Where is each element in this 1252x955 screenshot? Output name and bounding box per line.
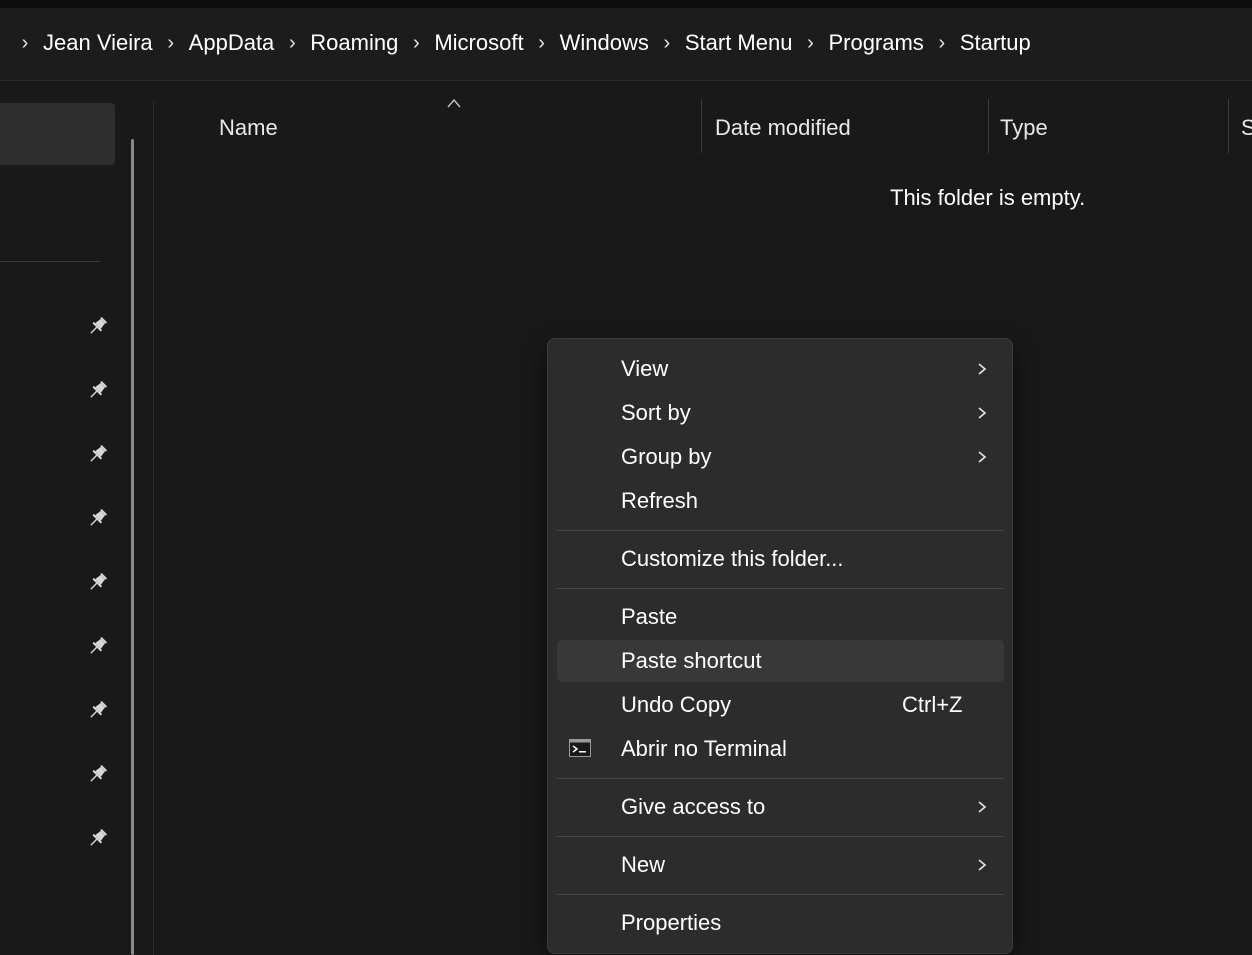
column-header-date-modified[interactable]: Date modified bbox=[715, 115, 851, 141]
chevron-right-icon bbox=[978, 801, 987, 813]
pin-icon bbox=[90, 381, 107, 398]
pane-splitter[interactable] bbox=[153, 101, 154, 955]
column-header-name[interactable]: Name bbox=[219, 115, 278, 141]
breadcrumb-item-windows[interactable]: Windows bbox=[560, 30, 649, 56]
menu-item-label: Give access to bbox=[621, 794, 766, 819]
menu-item-label: Refresh bbox=[621, 488, 699, 513]
breadcrumb-item-jean-vieira[interactable]: Jean Vieira bbox=[43, 30, 153, 56]
column-divider[interactable] bbox=[1228, 99, 1229, 153]
pin-icon bbox=[90, 701, 107, 718]
pin-icon bbox=[90, 509, 107, 526]
nav-divider bbox=[0, 261, 100, 262]
menu-item-customize-folder[interactable]: Customize this folder... bbox=[557, 538, 1004, 580]
menu-item-label: Group by bbox=[621, 444, 712, 469]
menu-item-refresh[interactable]: Refresh bbox=[557, 480, 1004, 522]
menu-item-undo-copy[interactable]: Undo Copy Ctrl+Z bbox=[557, 684, 1004, 726]
menu-item-label: Paste shortcut bbox=[621, 648, 762, 673]
nav-item-selected[interactable] bbox=[0, 103, 115, 165]
breadcrumb-item-start-menu[interactable]: Start Menu bbox=[685, 30, 793, 56]
menu-separator bbox=[557, 836, 1004, 837]
pin-icon bbox=[90, 765, 107, 782]
chevron-right-icon[interactable]: › bbox=[14, 32, 36, 55]
chevron-right-icon[interactable]: › bbox=[405, 32, 427, 55]
chevron-right-icon[interactable]: › bbox=[531, 32, 553, 55]
menu-item-give-access-to[interactable]: Give access to bbox=[557, 786, 1004, 828]
column-header-size[interactable]: S bbox=[1241, 115, 1252, 141]
column-header-type[interactable]: Type bbox=[1000, 115, 1048, 141]
menu-item-view[interactable]: View bbox=[557, 348, 1004, 390]
nav-scrollbar[interactable] bbox=[131, 139, 134, 955]
chevron-right-icon bbox=[978, 859, 987, 871]
column-divider[interactable] bbox=[701, 99, 702, 153]
file-explorer-window: › Jean Vieira › AppData › Roaming › Micr… bbox=[0, 0, 1252, 955]
context-menu: View Sort by Group by Refresh Customize … bbox=[547, 338, 1013, 954]
menu-item-shortcut: Ctrl+Z bbox=[902, 692, 963, 717]
menu-item-label: Customize this folder... bbox=[621, 546, 844, 571]
pin-icon bbox=[90, 573, 107, 590]
pin-icon bbox=[90, 445, 107, 462]
column-divider[interactable] bbox=[988, 99, 989, 153]
chevron-right-icon[interactable]: › bbox=[931, 32, 953, 55]
chevron-right-icon bbox=[978, 363, 987, 375]
chevron-right-icon[interactable]: › bbox=[160, 32, 182, 55]
menu-item-sort-by[interactable]: Sort by bbox=[557, 392, 1004, 434]
menu-item-label: Abrir no Terminal bbox=[621, 736, 787, 761]
breadcrumb: › Jean Vieira › AppData › Roaming › Micr… bbox=[14, 30, 1031, 56]
menu-item-new[interactable]: New bbox=[557, 844, 1004, 886]
breadcrumb-item-appdata[interactable]: AppData bbox=[189, 30, 275, 56]
menu-item-paste-shortcut[interactable]: Paste shortcut bbox=[557, 640, 1004, 682]
breadcrumb-item-microsoft[interactable]: Microsoft bbox=[434, 30, 523, 56]
menu-item-label: Properties bbox=[621, 910, 722, 935]
breadcrumb-item-roaming[interactable]: Roaming bbox=[310, 30, 398, 56]
window-top-edge bbox=[0, 0, 1252, 8]
menu-separator bbox=[557, 894, 1004, 895]
breadcrumb-item-startup[interactable]: Startup bbox=[960, 30, 1031, 56]
sort-ascending-icon[interactable] bbox=[446, 97, 462, 109]
menu-item-label: New bbox=[621, 852, 666, 877]
pin-icon bbox=[90, 317, 107, 334]
menu-item-open-terminal[interactable]: Abrir no Terminal bbox=[557, 728, 1004, 770]
pin-icon bbox=[90, 637, 107, 654]
chevron-right-icon[interactable]: › bbox=[656, 32, 678, 55]
empty-folder-message: This folder is empty. bbox=[890, 185, 1086, 210]
menu-item-label: Undo Copy bbox=[621, 692, 732, 717]
menu-item-label: Paste bbox=[621, 604, 678, 629]
menu-item-paste[interactable]: Paste bbox=[557, 596, 1004, 638]
menu-separator bbox=[557, 530, 1004, 531]
chevron-right-icon bbox=[978, 451, 987, 463]
address-bar[interactable]: › Jean Vieira › AppData › Roaming › Micr… bbox=[0, 8, 1252, 81]
column-header-row: Name Date modified Type S bbox=[158, 81, 1252, 171]
pin-icon bbox=[90, 829, 107, 846]
menu-separator bbox=[557, 588, 1004, 589]
menu-item-properties[interactable]: Properties bbox=[557, 902, 1004, 944]
menu-separator bbox=[557, 778, 1004, 779]
menu-item-label: Sort by bbox=[621, 400, 691, 425]
menu-item-group-by[interactable]: Group by bbox=[557, 436, 1004, 478]
terminal-icon bbox=[569, 739, 591, 757]
breadcrumb-item-programs[interactable]: Programs bbox=[828, 30, 923, 56]
chevron-right-icon[interactable]: › bbox=[281, 32, 303, 55]
chevron-right-icon[interactable]: › bbox=[799, 32, 821, 55]
menu-item-label: View bbox=[621, 356, 669, 381]
navigation-pane bbox=[0, 81, 155, 955]
chevron-right-icon bbox=[978, 407, 987, 419]
